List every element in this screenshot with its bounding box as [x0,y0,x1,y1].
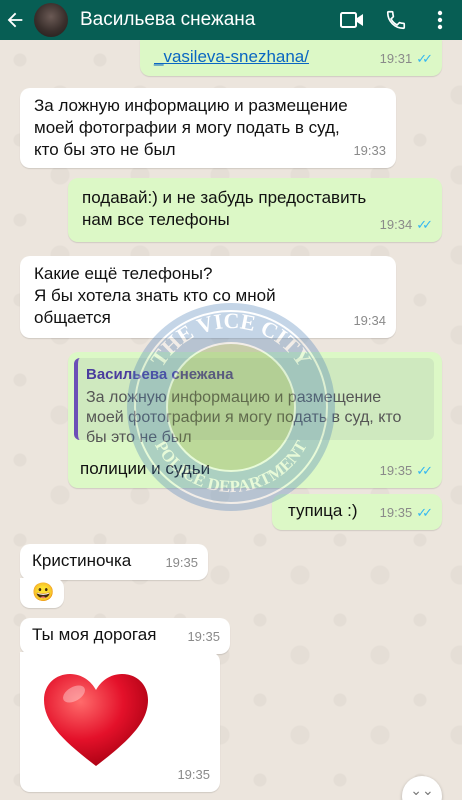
double-check-icon: ✓✓ [416,217,433,232]
message-meta: 19:35 [177,764,210,786]
message-text: Какие ещё телефоны? Я бы хотела знать кт… [34,264,276,327]
message-meta: 19:34 [353,310,386,332]
message-text: За ложную информацию и размещение моей ф… [34,96,348,159]
message-meta: 19:35 ✓✓ [379,502,433,524]
message-text: полиции и судьи [80,459,211,478]
message-meta: 19:33 [353,140,386,162]
message-outgoing[interactable]: подавай:) и не забудь предоставить нам в… [68,178,442,242]
contact-name[interactable]: Васильева снежана [80,9,330,31]
message-link[interactable]: _vasileva-snezhana/ [154,46,309,68]
quote-author: Васильева снежана [86,366,234,383]
message-text: Кристиночка [32,551,132,570]
double-check-icon: ✓✓ [416,463,433,478]
message-outgoing-reply[interactable]: Васильева снежана За ложную информацию и… [68,352,442,488]
more-vert-icon[interactable] [418,0,462,40]
message-text: подавай:) и не забудь предоставить нам в… [82,188,367,229]
heart-icon [44,674,148,766]
message-incoming[interactable]: Ты моя дорогая 19:35 [20,618,230,654]
quoted-message[interactable]: Васильева снежана За ложную информацию и… [74,358,434,446]
message-incoming-emoji[interactable]: 😀 [20,578,64,608]
message-incoming[interactable]: За ложную информацию и размещение моей ф… [20,88,396,168]
message-time: 19:35 [379,463,413,478]
message-incoming[interactable]: Кристиночка 19:35 [20,544,208,580]
message-meta: 19:31 ✓✓ [379,48,433,70]
message-time: 19:35 [177,767,210,782]
message-time: 19:31 [379,51,413,66]
message-time: 19:34 [353,313,386,328]
message-meta: 19:35 ✓✓ [379,460,433,482]
message-incoming-sticker[interactable]: ❤ 19:35 [20,652,220,792]
message-time: 19:35 [165,555,198,570]
message-meta: 19:35 [187,626,220,648]
message-outgoing[interactable]: тупица :) 19:35 ✓✓ [272,494,442,530]
grinning-emoji: 😀 [32,582,55,602]
message-meta: 19:34 ✓✓ [379,214,433,236]
message-outgoing[interactable]: _vasileva-snezhana/ 19:31 ✓✓ [140,40,442,76]
double-check-icon: ✓✓ [416,51,433,66]
double-check-icon: ✓✓ [416,505,433,520]
message-text: Ты моя дорогая [32,625,157,644]
phone-icon[interactable] [374,0,418,40]
message-time: 19:35 [379,505,413,520]
back-arrow-icon[interactable] [0,0,30,40]
quote-text: За ложную информацию и размещение моей ф… [86,389,402,446]
message-text: тупица :) [288,501,358,520]
message-incoming[interactable]: Какие ещё телефоны? Я бы хотела знать кт… [20,256,396,338]
chat-area[interactable]: _vasileva-snezhana/ 19:31 ✓✓ За ложную и… [0,40,462,800]
message-time: 19:34 [379,217,413,232]
chat-header: Васильева снежана [0,0,462,40]
message-time: 19:35 [187,629,220,644]
avatar[interactable] [34,3,68,37]
video-call-icon[interactable] [330,0,374,40]
message-time: 19:33 [353,143,386,158]
message-meta: 19:35 [165,552,198,574]
